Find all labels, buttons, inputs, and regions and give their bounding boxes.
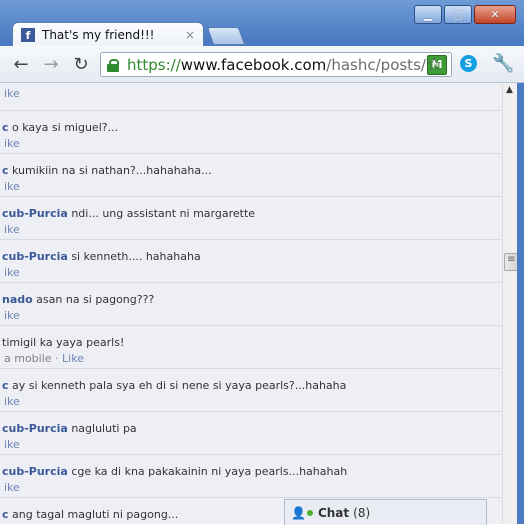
browser-tab[interactable]: f That's my friend!!! × <box>12 22 204 47</box>
comment-meta: ike <box>4 266 20 279</box>
comment-text: nagluluti pa <box>67 422 137 435</box>
comment-text: ay si kenneth pala sya eh di si nene si … <box>8 379 347 392</box>
comment-author-link[interactable]: nado <box>2 293 33 306</box>
tab-title: That's my friend!!! <box>42 28 155 42</box>
comment-body: cub-Purcia si kenneth.... hahahaha <box>2 250 201 263</box>
comment-meta: ike <box>4 87 20 100</box>
vertical-scrollbar[interactable]: ▲ <box>502 83 518 524</box>
comment-body: c ang tagal magluti ni pagong... <box>2 508 178 521</box>
scroll-up-arrow-icon[interactable]: ▲ <box>506 85 513 95</box>
comment-body: c ay si kenneth pala sya eh di si nene s… <box>2 379 346 392</box>
like-link[interactable]: ike <box>4 309 20 322</box>
comment-meta: ike <box>4 438 20 451</box>
address-bar[interactable]: https://www.facebook.com/hashc/posts/3 M <box>100 52 452 77</box>
comment-meta-separator: · <box>51 352 63 365</box>
chat-person-icon: 👤 <box>291 505 306 520</box>
comment-meta: a mobile · Like <box>4 352 84 365</box>
url-path: /hashc/posts/3 <box>326 55 427 74</box>
comment-meta: ike <box>4 309 20 322</box>
bookmark-star-icon[interactable]: ☆ <box>426 54 442 75</box>
forward-button[interactable]: → <box>40 54 62 75</box>
comment-meta: ike <box>4 137 20 150</box>
comment-body: timigil ka yaya pearls! <box>2 336 124 349</box>
comment-author-link[interactable]: cub-Purcia <box>2 422 68 435</box>
like-link[interactable]: ike <box>4 180 20 193</box>
chat-label: Chat <box>317 505 350 520</box>
chat-count: (8) <box>353 505 371 520</box>
skype-extension-icon[interactable]: S <box>460 55 477 72</box>
scroll-thumb[interactable] <box>504 253 518 271</box>
comment-item: cub-Purcia nagluluti pa ike <box>0 412 502 455</box>
comment-meta: ike <box>4 180 20 193</box>
comment-item: c kumikiin na si nathan?...hahahaha... ik… <box>0 154 502 197</box>
url-scheme: https:// <box>127 55 181 74</box>
reload-button[interactable]: ↻ <box>70 54 92 75</box>
comment-body: nado asan na si pagong??? <box>2 293 154 306</box>
comment-text: o kaya si miguel?... <box>8 121 119 134</box>
comment-text: ang tagal magluti ni pagong... <box>8 508 179 521</box>
comment-item: cub-Purcia ndi... ung assistant ni marga… <box>0 197 502 240</box>
like-link[interactable]: ike <box>4 87 20 100</box>
comment-body: cub-Purcia ndi... ung assistant ni marga… <box>2 207 255 220</box>
like-link[interactable]: ike <box>4 223 20 236</box>
comment-text: si kenneth.... hahahaha <box>67 250 201 263</box>
window-border <box>517 83 524 524</box>
online-status-icon <box>306 509 313 516</box>
wrench-menu-icon[interactable]: 🔧 <box>492 53 514 74</box>
comment-item: nado asan na si pagong??? ike <box>0 283 502 326</box>
like-link[interactable]: ike <box>4 395 20 408</box>
comment-item: timigil ka yaya pearls! a mobile · Like <box>0 326 502 369</box>
comment-text: asan na si pagong??? <box>32 293 155 306</box>
comment-meta: ike <box>4 223 20 236</box>
comment-body: cub-Purcia nagluluti pa <box>2 422 137 435</box>
comment-meta: ike <box>4 481 20 494</box>
comment-meta: ike <box>4 395 20 408</box>
comment-text: kumikiin na si nathan?...hahahaha... <box>8 164 212 177</box>
comment-item: cub-Purcia si kenneth.... hahahaha ike <box>0 240 502 283</box>
comment-item: c o kaya si miguel?... ike <box>0 111 502 154</box>
comment-author-link[interactable]: cub-Purcia <box>2 250 68 263</box>
comment-via-mobile: a mobile <box>4 352 52 365</box>
facebook-comments-area: ike c o kaya si miguel?... ike c kumikiin n… <box>0 83 502 524</box>
like-link[interactable]: Like <box>62 352 84 365</box>
comment-body: c kumikiin na si nathan?...hahahaha... <box>2 164 212 177</box>
url-text[interactable]: https://www.facebook.com/hashc/posts/3 <box>127 56 427 74</box>
comment-item: cub-Purcia cge ka di kna pakakainin ni y… <box>0 455 502 498</box>
comment-body: cub-Purcia cge ka di kna pakakainin ni y… <box>2 465 347 478</box>
comment-item: c ay si kenneth pala sya eh di si nene s… <box>0 369 502 412</box>
facebook-favicon-icon: f <box>21 28 35 42</box>
comment-text: ndi... ung assistant ni margarette <box>67 207 256 220</box>
comment-item: ike <box>0 83 502 111</box>
comment-author-link[interactable]: cub-Purcia <box>2 207 68 220</box>
like-link[interactable]: ike <box>4 266 20 279</box>
lock-icon <box>107 58 119 72</box>
window-controls: ▁ ▢ ✕ <box>414 5 516 24</box>
url-host: www.facebook.com <box>180 55 327 74</box>
comment-body: c o kaya si miguel?... <box>2 121 118 134</box>
close-window-button[interactable]: ✕ <box>474 5 516 24</box>
like-link[interactable]: ike <box>4 137 20 150</box>
back-button[interactable]: ← <box>10 54 32 75</box>
minimize-button[interactable]: ▁ <box>414 5 442 24</box>
maximize-button[interactable]: ▢ <box>444 5 472 24</box>
comment-author-link[interactable]: cub-Purcia <box>2 465 68 478</box>
comment-text: cge ka di kna pakakainin ni yaya pearls.… <box>67 465 348 478</box>
like-link[interactable]: ike <box>4 481 20 494</box>
tab-close-icon[interactable]: × <box>185 28 195 42</box>
comment-text: timigil ka yaya pearls! <box>2 336 125 349</box>
chat-bar[interactable]: 👤 Chat (8) <box>284 499 487 525</box>
like-link[interactable]: ike <box>4 438 20 451</box>
browser-toolbar: ← → ↻ https://www.facebook.com/hashc/pos… <box>0 46 524 83</box>
new-tab-button[interactable] <box>206 27 246 45</box>
